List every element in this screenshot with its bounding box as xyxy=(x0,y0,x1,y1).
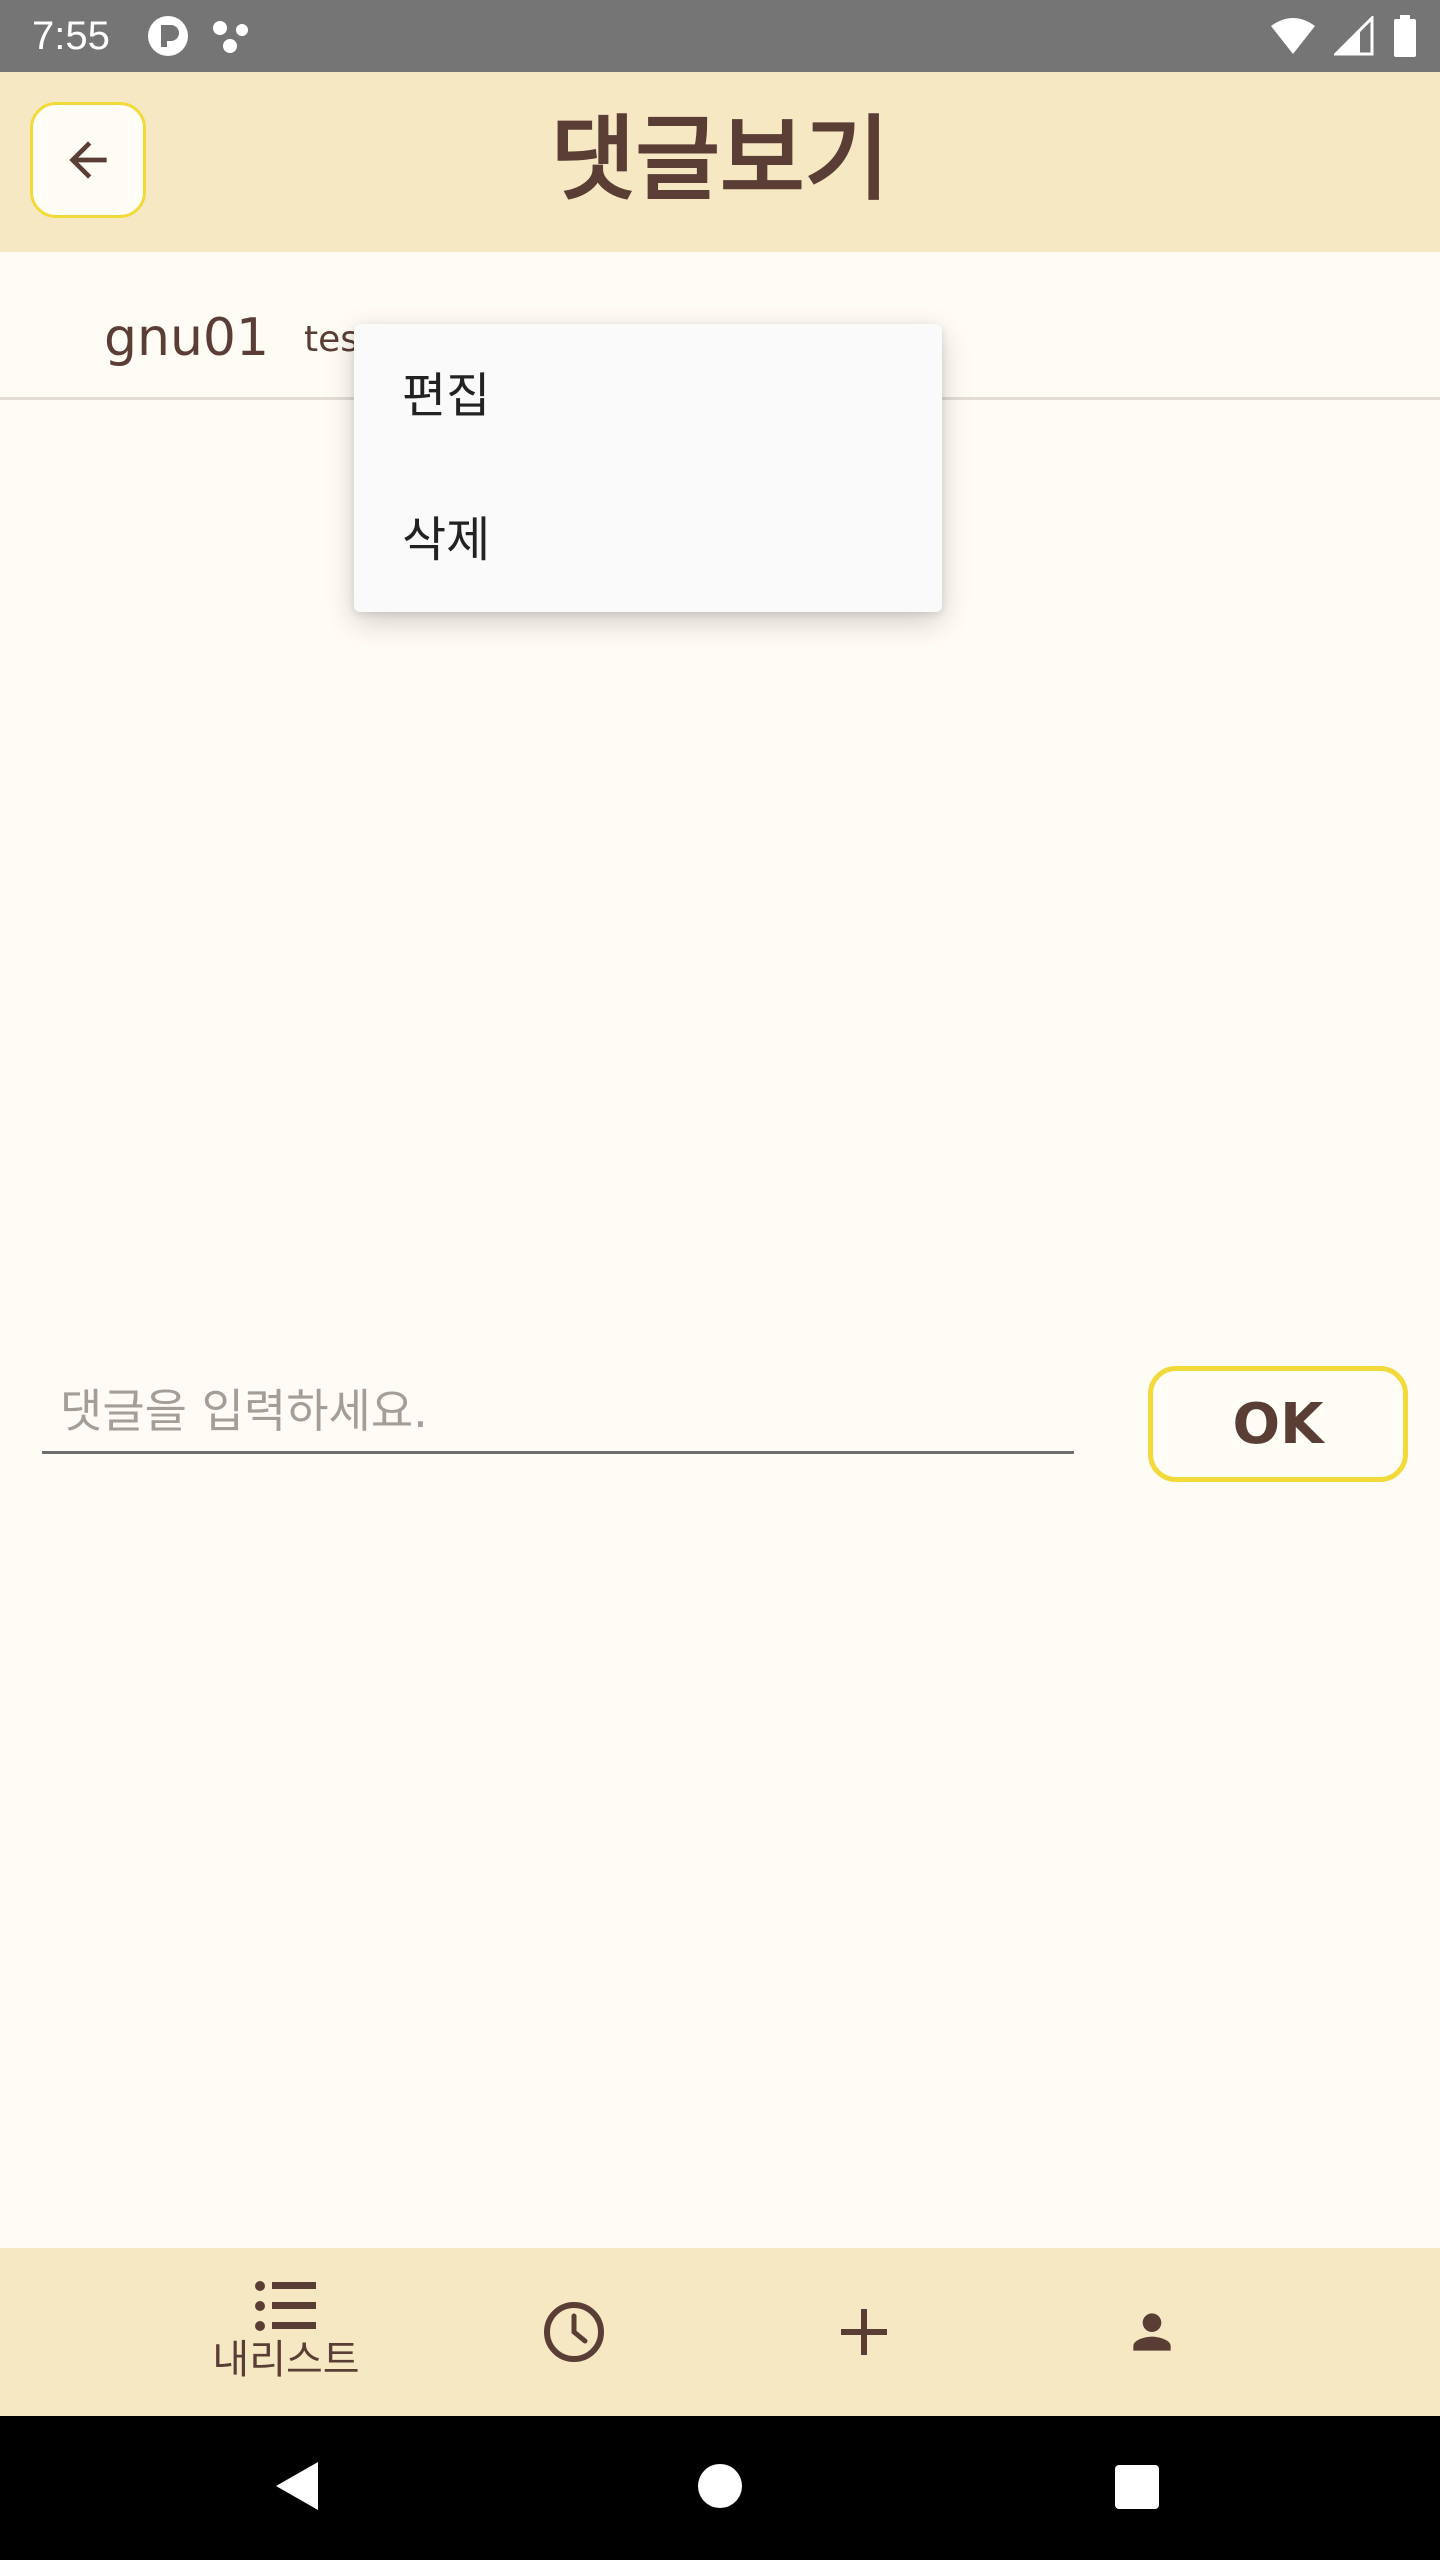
bottom-navigation: 내리스트 xyxy=(0,2248,1440,2416)
comment-input[interactable] xyxy=(42,1370,1074,1454)
status-notification-icons xyxy=(146,14,254,58)
menu-item-delete-label: 삭제 xyxy=(402,512,491,568)
back-button[interactable] xyxy=(30,102,146,218)
arrow-back-icon xyxy=(69,141,107,179)
wifi-icon xyxy=(1271,18,1315,54)
comment-username: gnu01 xyxy=(104,308,270,368)
ok-button[interactable]: OK xyxy=(1148,1366,1408,1482)
person-icon xyxy=(1133,2313,1171,2351)
page-title: 댓글보기 xyxy=(550,106,890,213)
signal-icon xyxy=(1334,16,1374,56)
dots-notification-icon xyxy=(213,21,248,53)
menu-item-edit[interactable]: 편집 xyxy=(354,324,942,468)
nav-item-add[interactable] xyxy=(754,2248,974,2416)
nav-item-history[interactable] xyxy=(464,2248,684,2416)
system-back-icon[interactable] xyxy=(274,2460,320,2512)
list-icon xyxy=(255,2281,316,2331)
system-recents-icon[interactable] xyxy=(1114,2464,1160,2510)
menu-item-edit-label: 편집 xyxy=(402,368,491,424)
status-system-icons xyxy=(1270,14,1418,58)
menu-item-delete[interactable]: 삭제 xyxy=(354,468,942,612)
app-notification-icon xyxy=(148,16,188,56)
status-bar: 7:55 xyxy=(0,0,1440,72)
clock-icon xyxy=(544,2302,604,2362)
nav-item-profile[interactable] xyxy=(1042,2248,1262,2416)
nav-item-my-list[interactable]: 내리스트 xyxy=(176,2248,396,2416)
comment-context-menu: 편집 삭제 xyxy=(354,324,942,612)
system-navigation-bar xyxy=(0,2416,1440,2560)
plus-icon xyxy=(841,2309,887,2355)
system-home-icon[interactable] xyxy=(697,2463,743,2509)
status-time: 7:55 xyxy=(32,14,110,58)
app-bar: 댓글보기 xyxy=(0,72,1440,252)
comment-text: tes xyxy=(304,319,360,360)
battery-icon xyxy=(1394,15,1416,57)
nav-item-my-list-label: 내리스트 xyxy=(212,2337,360,2383)
